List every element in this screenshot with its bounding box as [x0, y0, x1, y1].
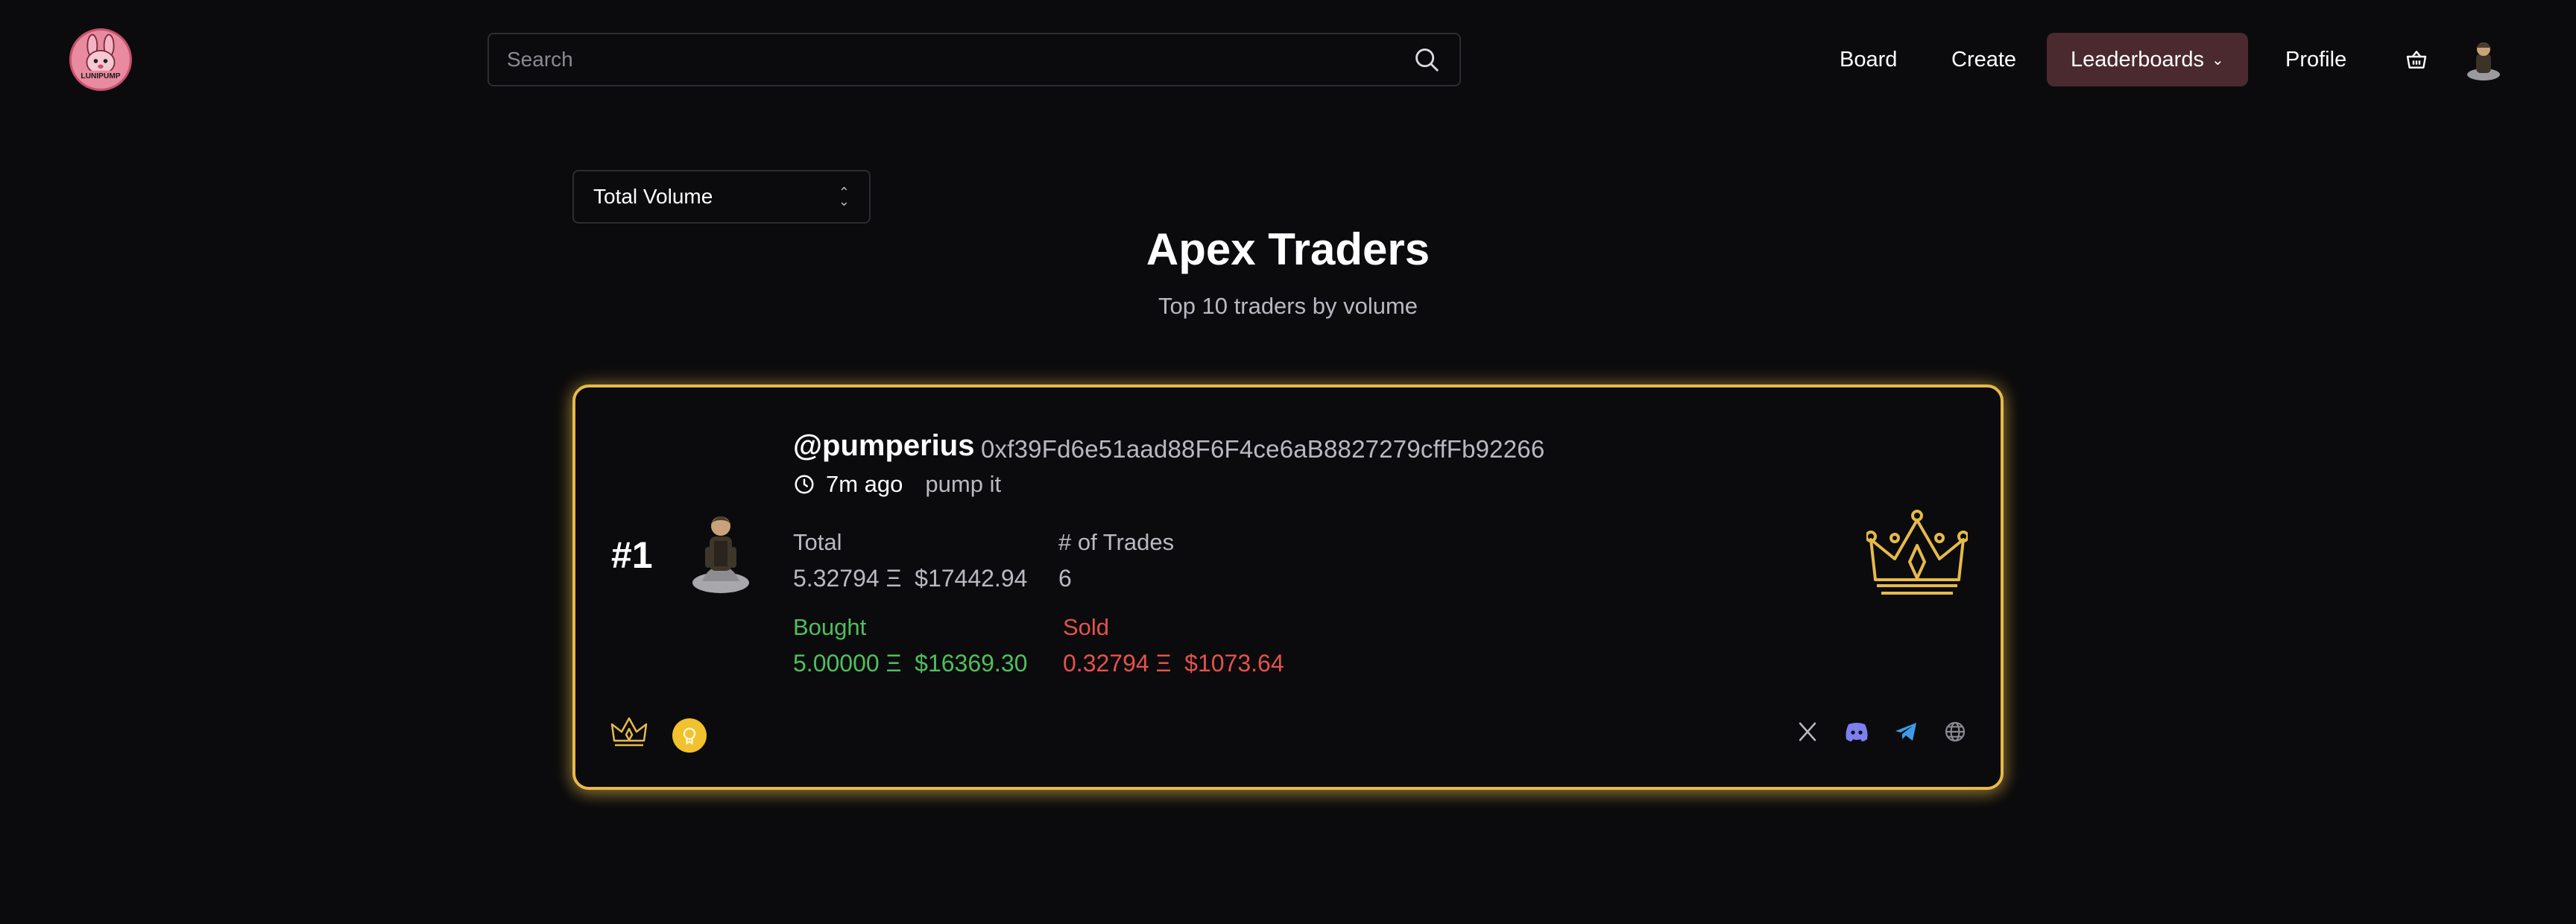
nav-create-link[interactable]: Create	[1936, 33, 2031, 86]
chevron-down-icon: ⌄	[2211, 51, 2224, 69]
trader-card[interactable]: #1 @pumperius 0xf39Fd6e51aad88F6F4ce6aB8…	[572, 385, 2004, 790]
telegram-icon[interactable]	[1893, 719, 1919, 744]
social-links	[1795, 719, 1968, 744]
trader-address[interactable]: 0xf39Fd6e51aad88F6F4ce6aB8827279cffFb922…	[981, 435, 1544, 463]
trader-meta: 7m ago pump it	[793, 471, 1001, 498]
clock-icon	[793, 473, 815, 496]
discord-icon[interactable]	[1844, 719, 1869, 744]
search-bar[interactable]	[487, 33, 1461, 86]
bought-label: Bought	[793, 614, 867, 640]
sold-label: Sold	[1063, 614, 1110, 640]
nav-board-link[interactable]: Board	[1825, 33, 1912, 86]
trader-handle[interactable]: @pumperius	[793, 429, 974, 463]
last-active-time: 7m ago	[826, 471, 903, 497]
x-icon[interactable]	[1795, 719, 1820, 744]
sold-value: 0.32794 Ξ $1073.64	[1063, 650, 1284, 677]
nav-profile-label: Profile	[2285, 47, 2347, 72]
avatar[interactable]	[2460, 34, 2507, 82]
nav-profile-link[interactable]: Profile	[2270, 33, 2361, 86]
trades-value: 6	[1058, 565, 1072, 592]
basket-icon[interactable]	[2400, 43, 2433, 76]
search-input[interactable]	[507, 48, 1412, 72]
top-navbar: LUNIPUMP Board Create Leaderboards ⌄ Pro…	[0, 0, 2576, 119]
trades-label: # of Trades	[1058, 529, 1175, 555]
page-title: Apex Traders	[1146, 224, 1430, 274]
rank-label: #1	[611, 534, 653, 576]
crown-icon	[1865, 507, 1969, 599]
trader-bio: pump it	[925, 471, 1002, 497]
bought-value: 5.00000 Ξ $16369.30	[793, 650, 1028, 677]
total-value: 5.32794 Ξ $17442.94	[793, 565, 1028, 592]
logo-text: LUNIPUMP	[80, 72, 120, 80]
coin-badge-icon[interactable]	[672, 718, 707, 753]
nav-leaderboards-dropdown[interactable]: Leaderboards ⌄	[2047, 33, 2248, 86]
nav-board-label: Board	[1840, 47, 1898, 72]
nav-leaderboards-label: Leaderboards	[2071, 47, 2204, 72]
search-icon[interactable]	[1412, 45, 1442, 75]
total-label: Total	[793, 529, 842, 555]
site-logo[interactable]: LUNIPUMP	[69, 28, 132, 91]
sort-chevrons-icon: ⌃ ⌄	[838, 185, 850, 209]
nav-create-label: Create	[1951, 47, 2017, 72]
page-subtitle: Top 10 traders by volume	[1158, 293, 1418, 319]
trader-avatar[interactable]	[689, 508, 753, 596]
crown-badge-icon[interactable]	[610, 715, 648, 750]
globe-icon[interactable]	[1942, 719, 1968, 744]
sort-select-value: Total Volume	[593, 185, 713, 208]
bunny-logo-icon: LUNIPUMP	[72, 31, 129, 88]
sort-select[interactable]: Total Volume ⌃ ⌄	[572, 170, 871, 224]
